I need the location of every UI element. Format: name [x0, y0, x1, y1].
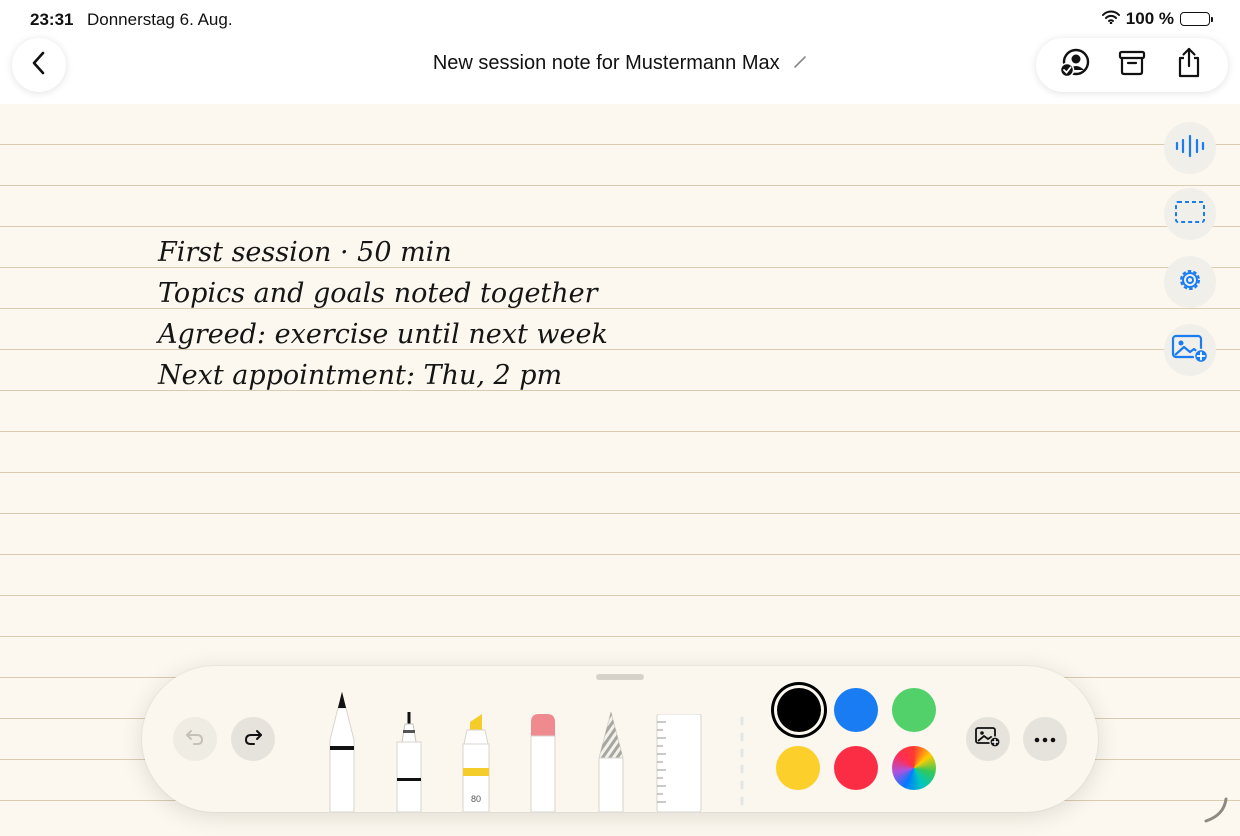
handwritten-note: First session · 50 min Topics and goals …	[158, 232, 608, 396]
person-check-icon	[1058, 48, 1092, 83]
battery-percent: 100 %	[1125, 9, 1174, 28]
undo-button[interactable]	[173, 717, 217, 761]
selection-rect-icon	[1174, 200, 1206, 229]
more-options-button[interactable]	[1023, 717, 1067, 761]
photo-add-icon	[975, 726, 1001, 753]
share-button[interactable]	[1167, 43, 1211, 87]
client-button[interactable]	[1053, 43, 1097, 87]
settings-button[interactable]	[1164, 256, 1216, 308]
drawing-toolbar: 80	[142, 666, 1098, 812]
note-line: First session · 50 min	[158, 237, 452, 268]
color-swatch-yellow[interactable]	[776, 746, 820, 790]
eraser-tool[interactable]	[528, 714, 558, 812]
color-swatch-black[interactable]	[777, 688, 821, 732]
toolbar-grabber[interactable]	[596, 674, 644, 680]
select-area-button[interactable]	[1164, 188, 1216, 240]
highlighter-width-label: 80	[470, 794, 481, 804]
header-actions	[1036, 38, 1228, 92]
color-picker-wheel[interactable]	[892, 746, 936, 790]
status-time: 23:31	[30, 10, 74, 29]
insert-photo-button[interactable]	[966, 717, 1010, 761]
wifi-icon	[1101, 9, 1120, 29]
redo-button[interactable]	[231, 717, 275, 761]
ruler-tool[interactable]	[656, 713, 702, 812]
lasso-tool[interactable]	[732, 714, 752, 812]
redo-icon	[243, 728, 263, 751]
page-title[interactable]: New session note for Mustermann Max	[433, 52, 780, 74]
audio-waveform-icon	[1174, 134, 1206, 163]
ellipsis-icon	[1034, 730, 1056, 748]
add-image-icon	[1171, 333, 1209, 368]
color-swatch-green[interactable]	[892, 688, 936, 732]
archive-icon	[1118, 50, 1146, 81]
top-bar: 23:31 Donnerstag 6. Aug. 100 % New sessi…	[0, 0, 1240, 104]
color-swatch-red[interactable]	[834, 746, 878, 790]
status-date: Donnerstag 6. Aug.	[87, 10, 233, 29]
pen-tool[interactable]	[326, 690, 358, 812]
highlighter-tool[interactable]: 80	[460, 714, 492, 812]
archive-button[interactable]	[1110, 43, 1154, 87]
status-indicators: 100 %	[1101, 9, 1213, 29]
scroll-indicator[interactable]	[1200, 795, 1230, 830]
pencil-icon[interactable]	[793, 52, 807, 75]
settings-gear-icon	[1176, 266, 1204, 299]
note-line: Agreed: exercise until next week	[158, 319, 608, 350]
note-line: Next appointment: Thu, 2 pm	[158, 360, 563, 391]
color-swatch-blue[interactable]	[834, 688, 878, 732]
battery-icon	[1180, 12, 1213, 26]
undo-icon	[185, 728, 205, 751]
share-icon	[1176, 47, 1202, 84]
pencil-tool[interactable]	[596, 710, 626, 812]
fineliner-tool[interactable]	[394, 712, 424, 812]
note-line: Topics and goals noted together	[158, 278, 598, 309]
transcribe-button[interactable]	[1164, 122, 1216, 174]
insert-image-button[interactable]	[1164, 324, 1216, 376]
